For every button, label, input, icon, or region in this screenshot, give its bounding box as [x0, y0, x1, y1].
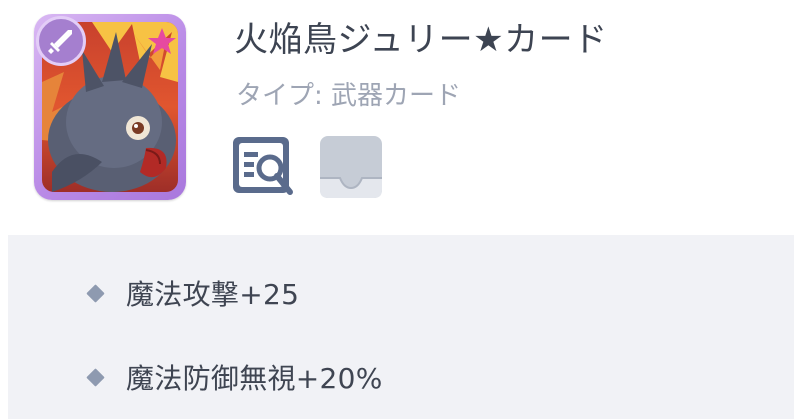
stat-text: 魔法攻撃+25: [126, 278, 300, 311]
view-details-button[interactable]: [230, 134, 296, 200]
diamond-bullet-icon: [86, 283, 105, 303]
diamond-bullet-icon: [86, 367, 105, 387]
card-image-frame[interactable]: [34, 14, 186, 200]
tray-button[interactable]: [318, 134, 384, 200]
stat-row: 魔法防御無視+20%: [86, 355, 383, 399]
card-type-label: タイプ: 武器カード: [236, 81, 462, 111]
stat-text: 魔法防御無視+20%: [126, 362, 383, 395]
inbox-tray-icon: [320, 136, 382, 198]
stat-row: 魔法攻撃+25: [86, 271, 299, 315]
magnify-document-icon: [233, 137, 293, 195]
stats-panel: 魔法攻撃+25 魔法防御無視+20%: [8, 235, 794, 419]
sword-icon: [36, 16, 86, 66]
card-title: 火焔鳥ジュリー★カード: [234, 20, 608, 60]
card-detail-view: 火焔鳥ジュリー★カード タイプ: 武器カード 魔法攻撃+25 魔法防御無視+20…: [0, 0, 800, 419]
